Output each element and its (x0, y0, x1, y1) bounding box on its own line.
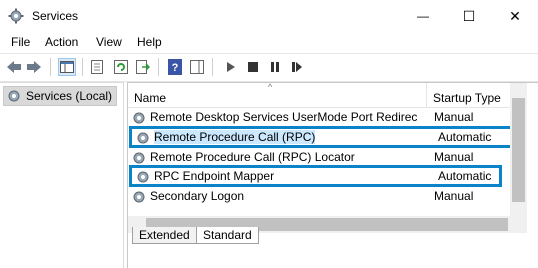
window-title: Services (32, 9, 79, 23)
close-button[interactable]: ✕ (492, 0, 538, 32)
forward-button[interactable] (25, 58, 43, 76)
services-gear-icon (8, 8, 24, 24)
toolbar-separator (50, 58, 51, 76)
service-name: Remote Procedure Call (RPC) (154, 130, 316, 144)
start-service-button[interactable] (222, 58, 240, 76)
minimize-button[interactable]: — (400, 0, 446, 32)
maximize-button[interactable]: ☐ (446, 0, 492, 32)
column-header-name[interactable]: Name (134, 91, 166, 105)
services-gear-icon (8, 90, 20, 102)
service-name: RPC Endpoint Mapper (154, 169, 275, 183)
pause-service-icon (271, 62, 279, 72)
menu-action[interactable]: Action (45, 35, 78, 49)
tree-item-services-local[interactable]: Services (Local) (3, 86, 117, 106)
tab-extended[interactable]: Extended (132, 227, 197, 244)
restart-service-icon (292, 62, 302, 72)
service-gear-icon (133, 152, 145, 164)
back-button[interactable] (5, 58, 23, 76)
show-hide-action-pane-icon (190, 60, 204, 74)
show-console-tree-button[interactable] (58, 58, 76, 76)
service-gear-icon (133, 112, 145, 124)
properties-icon (91, 60, 103, 74)
close-icon: ✕ (509, 7, 521, 24)
tree-item-label: Services (Local) (26, 89, 113, 103)
show-hide-action-pane-button[interactable] (188, 58, 206, 76)
service-name: Secondary Logon (150, 189, 245, 203)
toolbar-separator (158, 58, 159, 76)
startup-type: Manual (434, 110, 474, 124)
forward-icon (27, 61, 41, 73)
show-console-tree-icon (60, 61, 74, 73)
maximize-icon: ☐ (462, 7, 476, 24)
svg-text:?: ? (172, 62, 179, 74)
column-header-startup-type[interactable]: Startup Type (433, 91, 501, 105)
restart-service-button[interactable] (288, 58, 306, 76)
startup-type: Automatic (438, 169, 492, 183)
export-list-button[interactable] (134, 58, 152, 76)
console-tree (0, 82, 124, 268)
service-gear-icon (137, 171, 149, 183)
export-list-icon (136, 60, 150, 74)
menu-help[interactable]: Help (137, 35, 162, 49)
table-row-highlighted[interactable]: RPC Endpoint Mapper Automatic (129, 165, 502, 187)
scroll-corner (510, 216, 527, 233)
minimize-icon: — (417, 9, 429, 23)
refresh-icon (114, 60, 128, 74)
stop-service-icon (248, 62, 258, 72)
service-gear-icon (133, 191, 145, 203)
table-row[interactable]: Remote Desktop Services UserMode Port Re… (128, 108, 510, 127)
help-button[interactable]: ? (166, 58, 184, 76)
refresh-button[interactable] (112, 58, 130, 76)
table-row-highlighted[interactable]: Remote Procedure Call (RPC) Automatic (129, 126, 520, 148)
tab-standard[interactable]: Standard (196, 227, 259, 244)
help-icon: ? (168, 59, 182, 75)
service-name: Remote Procedure Call (RPC) Locator (150, 150, 355, 164)
start-service-icon (227, 62, 235, 72)
toolbar-separator (82, 58, 83, 76)
service-gear-icon (137, 132, 149, 144)
column-divider[interactable] (426, 83, 427, 107)
startup-type: Manual (434, 189, 474, 203)
menu-file[interactable]: File (11, 35, 30, 49)
service-name: Remote Desktop Services UserMode Port Re… (150, 110, 418, 124)
back-icon (7, 61, 21, 73)
menu-view[interactable]: View (96, 35, 122, 49)
table-row[interactable]: Secondary Logon Manual (128, 187, 510, 206)
sort-ascending-icon: ^ (268, 82, 273, 92)
toolbar-separator (212, 58, 213, 76)
properties-button[interactable] (88, 58, 106, 76)
stop-service-button[interactable] (244, 58, 262, 76)
vertical-scroll-thumb[interactable] (512, 98, 525, 202)
startup-type: Manual (434, 150, 474, 164)
startup-type: Automatic (438, 130, 492, 144)
pause-service-button[interactable] (266, 58, 284, 76)
